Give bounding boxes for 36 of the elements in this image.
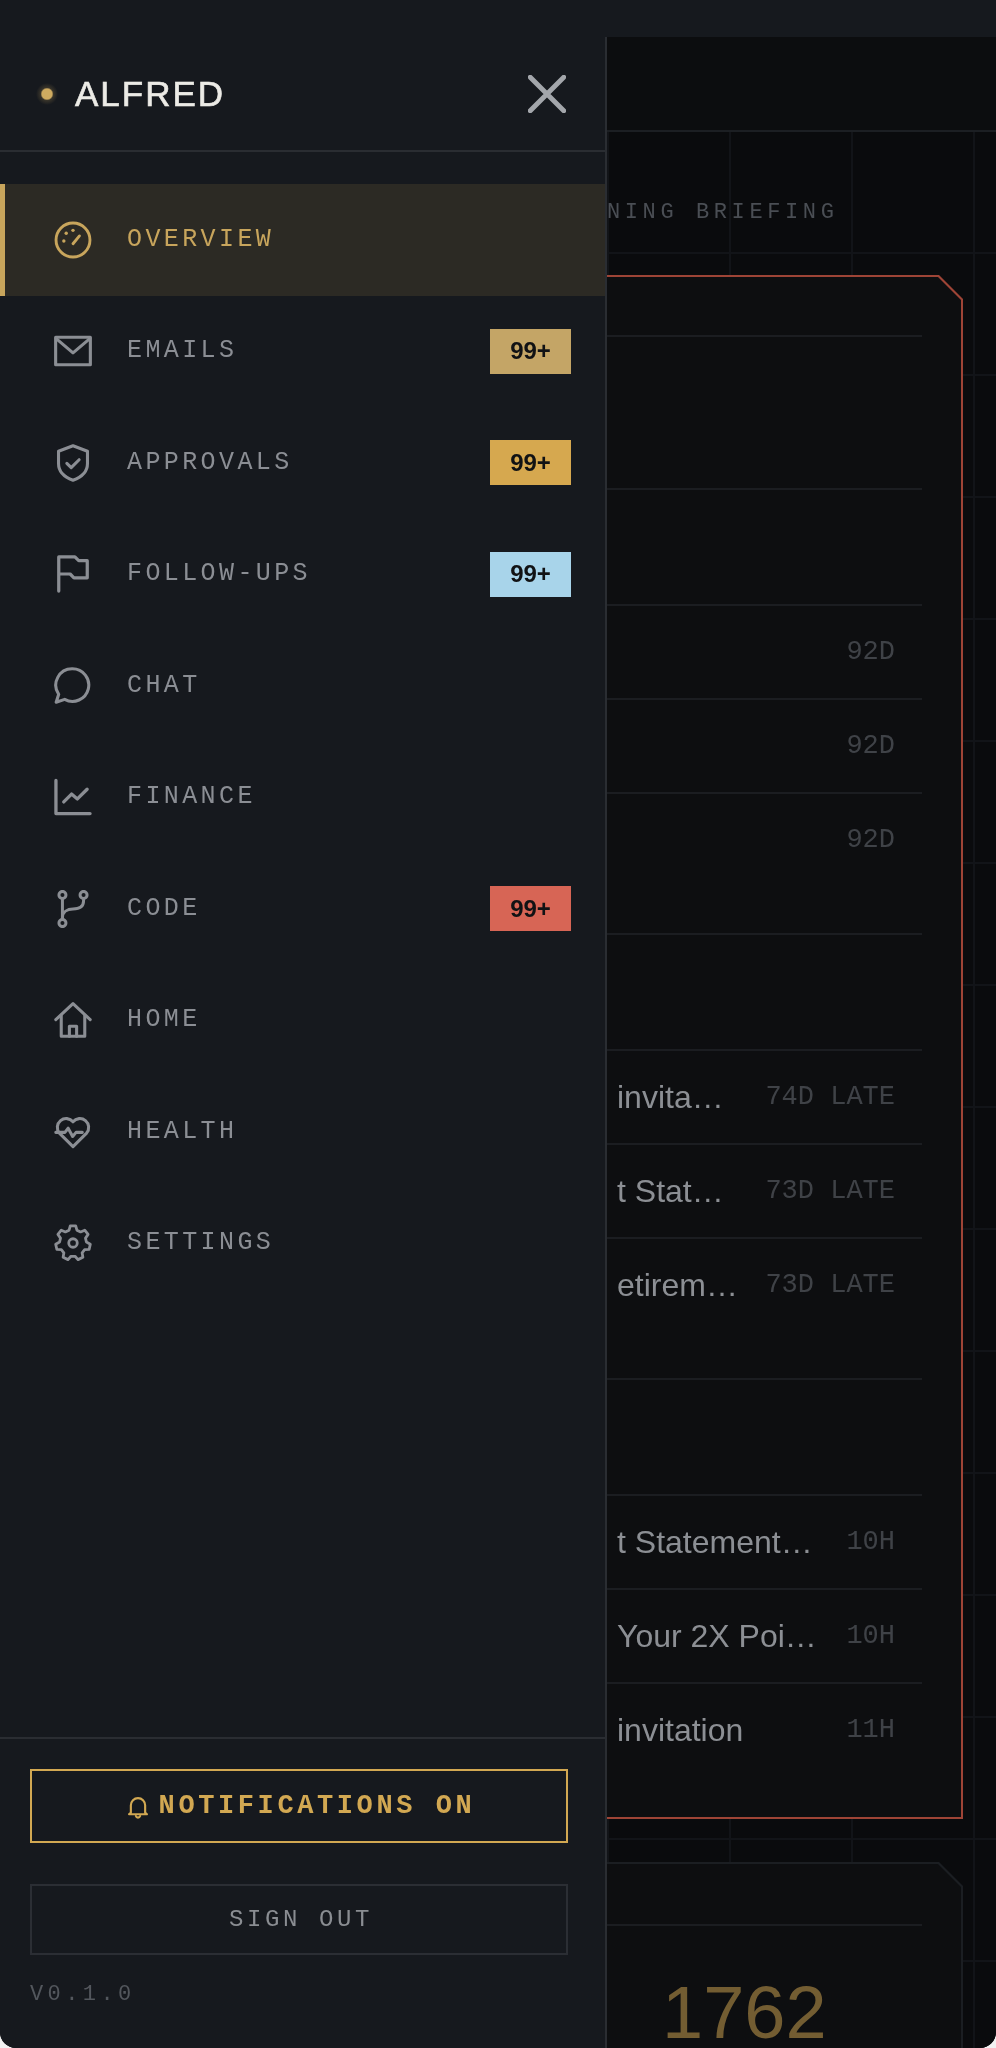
item-title: etirem… <box>617 1265 738 1305</box>
nav-item[interactable]: CODE 99+ <box>0 853 605 965</box>
nav-item[interactable]: HOME <box>0 964 605 1076</box>
gear-icon <box>54 1224 92 1263</box>
item-title: t Stat… <box>617 1171 724 1211</box>
shield-check-icon <box>54 443 92 482</box>
item-title: invita… <box>617 1077 724 1117</box>
nav-item[interactable]: FINANCE <box>0 741 605 853</box>
stat-value: 1762 <box>662 1982 827 2045</box>
nav-item[interactable]: OVERVIEW <box>0 184 605 296</box>
speech-bubble-icon <box>54 666 92 705</box>
notifications-toggle[interactable]: NOTIFICATIONS ON <box>30 1769 568 1843</box>
nav-item[interactable]: EMAILS 99+ <box>0 295 605 407</box>
nav-item[interactable]: SETTINGS <box>0 1187 605 1299</box>
close-button[interactable] <box>528 74 566 113</box>
section-title: NING BRIEFING <box>607 199 839 227</box>
nav-item[interactable]: HEALTH <box>0 1076 605 1188</box>
item-title: Your 2X Poi… <box>617 1616 817 1656</box>
item-title: t Statement… <box>617 1522 813 1562</box>
house-icon <box>54 1001 92 1040</box>
app-title: ALFRED <box>75 76 226 111</box>
item-title: invitation <box>617 1710 744 1750</box>
sign-out-button[interactable]: SIGN OUT <box>30 1884 568 1955</box>
status-dot-icon <box>36 82 58 105</box>
gauge-icon <box>54 220 92 259</box>
count-badge: 99+ <box>490 551 571 597</box>
nav-item[interactable]: APPROVALS 99+ <box>0 407 605 519</box>
close-icon <box>528 74 566 113</box>
nav-item[interactable]: FOLLOW-UPS 99+ <box>0 518 605 630</box>
nav-item[interactable]: CHAT <box>0 630 605 742</box>
line-chart-icon <box>54 778 92 817</box>
count-badge: 99+ <box>490 886 571 932</box>
version-label: V0.1.0 <box>30 1982 136 2008</box>
count-badge: 99+ <box>490 328 571 374</box>
flag-icon <box>54 555 92 594</box>
count-badge: 99+ <box>490 440 571 486</box>
